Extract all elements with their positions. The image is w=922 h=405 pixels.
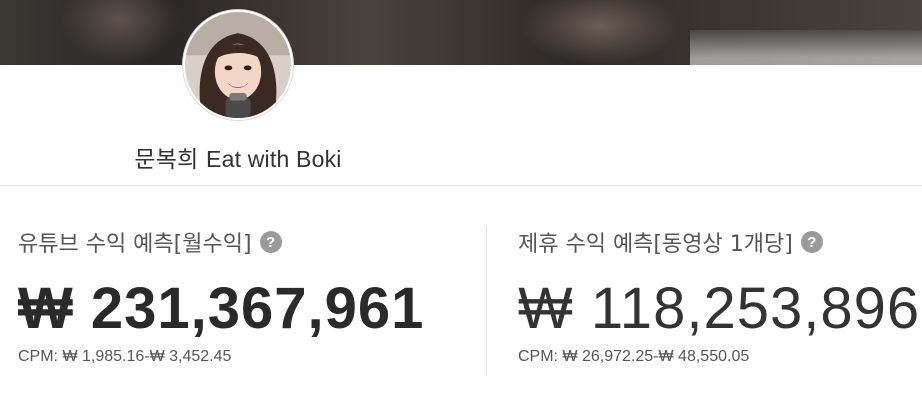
channel-name-english: Eat with Boki xyxy=(206,146,342,172)
youtube-cpm-label: CPM: xyxy=(18,348,58,365)
panel-divider xyxy=(486,226,487,376)
youtube-cpm-range: ₩ 1,985.16-₩ 3,452.45 xyxy=(62,348,232,365)
help-icon[interactable]: ? xyxy=(259,231,282,253)
youtube-revenue-panel: 유튜브 수익 예측[월수익] ? ₩ 231,367,961 CPM: ₩ 1,… xyxy=(18,226,424,366)
sponsorship-revenue-panel: 제휴 수익 예측[동영상 1개당] ? ₩ 118,253,896 CPM: ₩… xyxy=(518,226,920,366)
youtube-revenue-title-text: 유튜브 수익 예측[월수익] xyxy=(18,232,252,257)
sponsorship-revenue-amount: ₩ 118,253,896 xyxy=(518,276,921,341)
sponsorship-cpm: CPM: ₩ 26,972.25-₩ 48,550.05 xyxy=(518,348,920,366)
channel-name: 문복희 Eat with Boki xyxy=(0,140,476,174)
banner-light xyxy=(690,30,922,65)
sponsorship-revenue-title: 제휴 수익 예측[동영상 1개당] ? xyxy=(518,226,920,258)
sponsorship-cpm-label: CPM: xyxy=(518,348,558,365)
banner-shade xyxy=(60,0,180,65)
channel-banner xyxy=(0,0,922,65)
youtube-revenue-title: 유튜브 수익 예측[월수익] ? xyxy=(18,226,424,258)
channel-name-korean: 문복희 xyxy=(134,147,199,173)
sponsorship-cpm-range: ₩ 26,972.25-₩ 48,550.05 xyxy=(562,348,750,365)
avatar[interactable] xyxy=(183,10,293,120)
youtube-cpm: CPM: ₩ 1,985.16-₩ 3,452.45 xyxy=(18,348,424,366)
sponsorship-revenue-title-text: 제휴 수익 예측[동영상 1개당] xyxy=(518,232,793,257)
help-icon[interactable]: ? xyxy=(800,231,823,253)
banner-highlight xyxy=(520,0,680,65)
section-divider xyxy=(0,185,922,186)
avatar-image xyxy=(185,12,291,118)
youtube-revenue-amount: ₩ 231,367,961 xyxy=(18,276,425,341)
